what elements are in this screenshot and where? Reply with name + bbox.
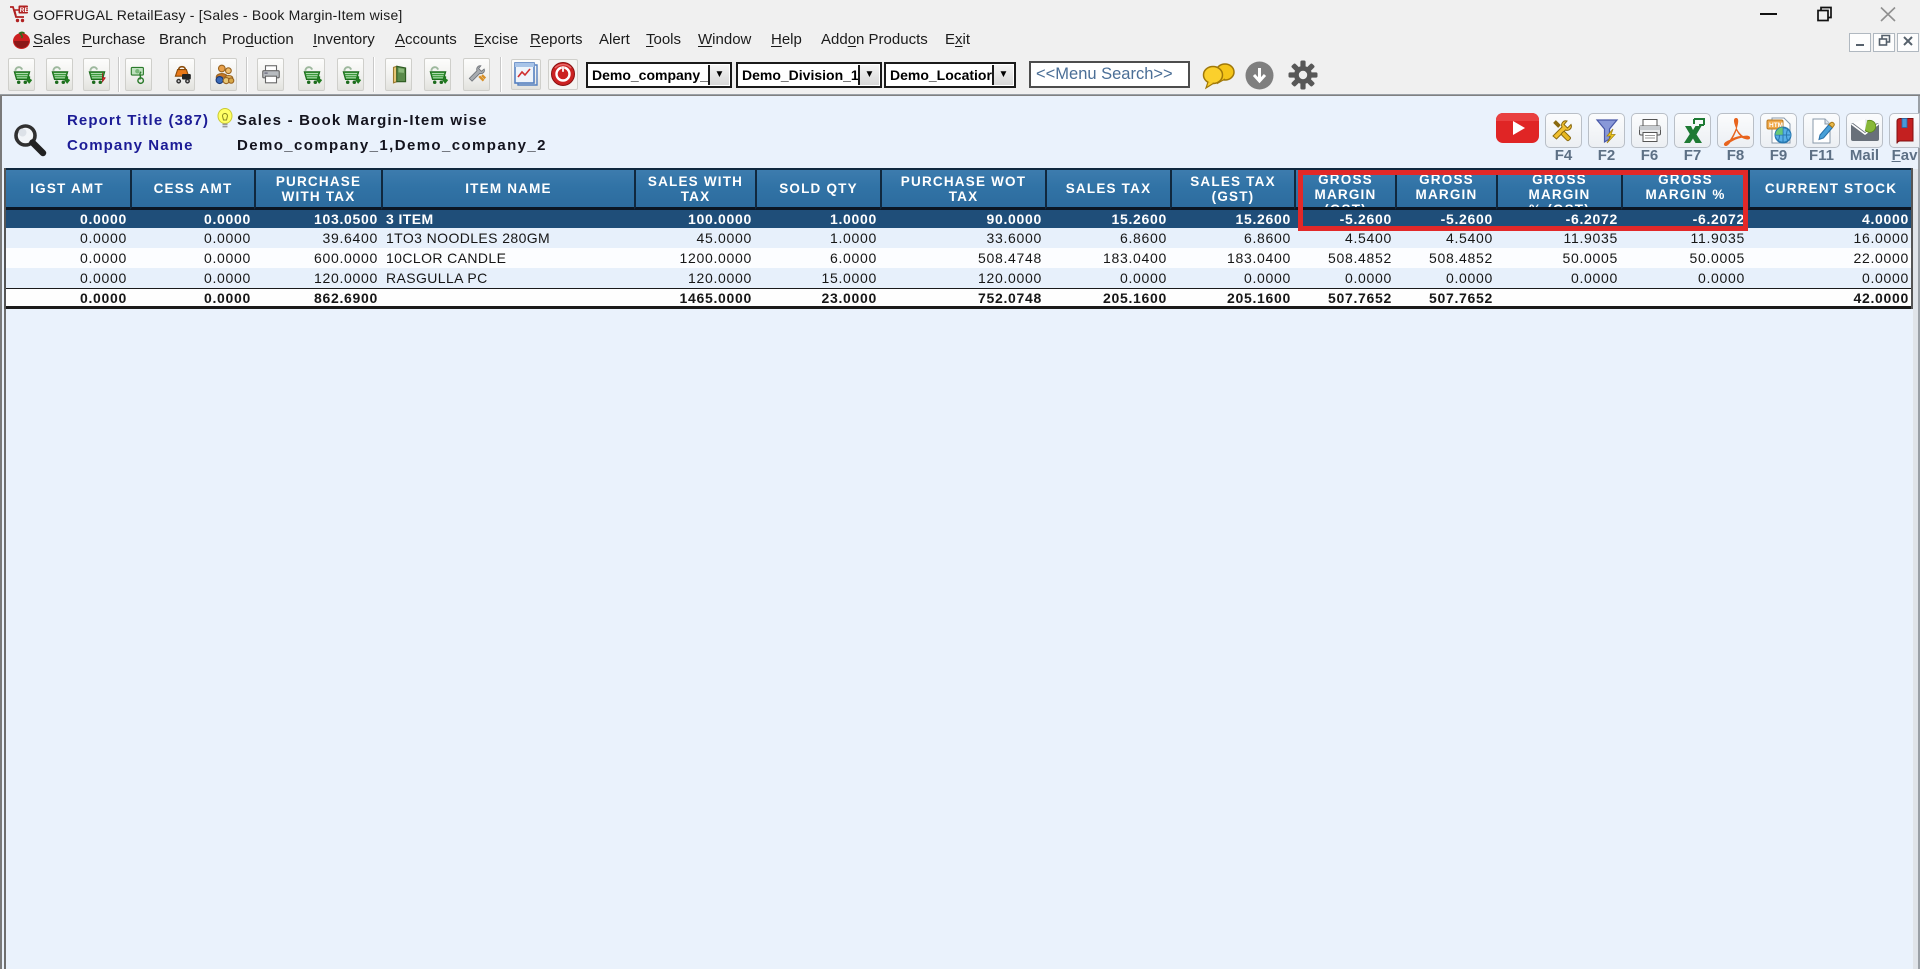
- svg-text:RE: RE: [20, 7, 29, 14]
